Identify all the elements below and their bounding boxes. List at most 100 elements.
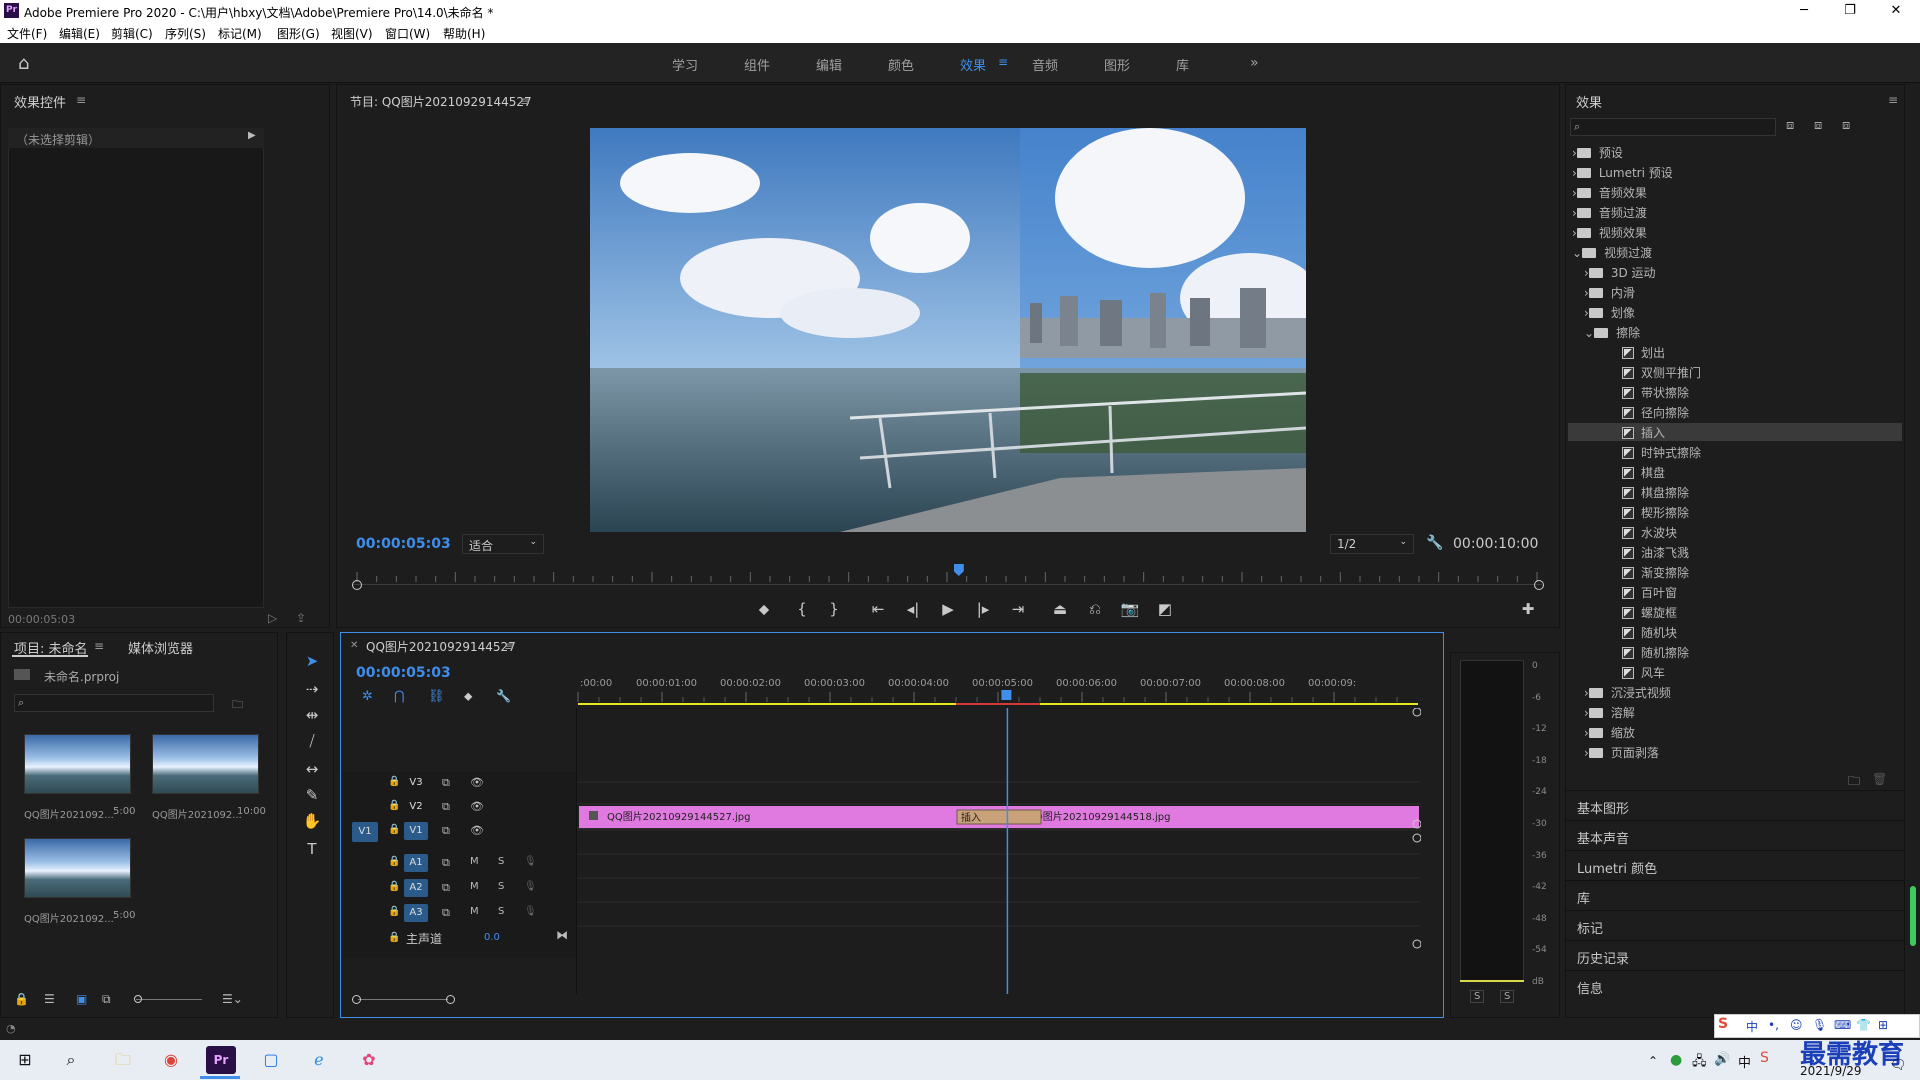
- menu-sequence[interactable]: 序列(S): [165, 25, 206, 42]
- workspace-graphics[interactable]: 图形: [1104, 55, 1130, 74]
- expand-arrow-icon[interactable]: ▶: [248, 130, 256, 141]
- master-volume-value[interactable]: 0.0: [484, 932, 500, 943]
- chevron-down-icon[interactable]: ⌄: [1572, 246, 1582, 260]
- timeline-playhead-handle[interactable]: [1001, 690, 1012, 700]
- panel-section-0[interactable]: 基本图形: [1565, 790, 1905, 820]
- track-lock-icon[interactable]: 🔒: [388, 776, 400, 787]
- pen-tool-icon[interactable]: ✎: [298, 786, 326, 808]
- toolbox-icon[interactable]: ⊞: [1878, 1018, 1888, 1032]
- workspace-editing[interactable]: 编辑: [816, 55, 842, 74]
- premiere-taskbar-icon[interactable]: Pr: [206, 1046, 236, 1074]
- track-lock-icon[interactable]: 🔒: [388, 881, 400, 892]
- sync-lock-icon[interactable]: ⧉: [442, 856, 450, 870]
- effects-tree-item[interactable]: › 视频效果: [1572, 224, 1647, 241]
- effects-tree-item[interactable]: 时钟式擦除: [1596, 444, 1701, 461]
- timeline-ruler[interactable]: :00:00 00:00:01:00 00:00:02:00 00:00:03:00 0…: [576, 672, 1420, 708]
- lift-icon[interactable]: ⏏: [1050, 600, 1070, 618]
- track-lock-icon[interactable]: 🔒: [388, 932, 400, 943]
- new-bin-icon[interactable]: 🗀: [232, 696, 243, 715]
- workspace-menu-icon[interactable]: ≡: [998, 55, 1008, 69]
- media-browser-tab[interactable]: 媒体浏览器: [128, 638, 193, 657]
- hand-tool-icon[interactable]: ✋: [298, 812, 326, 834]
- mute-button[interactable]: M: [470, 906, 479, 917]
- menu-clip[interactable]: 剪辑(C): [111, 25, 153, 42]
- notification-icon[interactable]: 🗨: [1890, 1058, 1907, 1073]
- menu-file[interactable]: 文件(F): [7, 25, 47, 42]
- minimize-icon[interactable]: ─: [1784, 2, 1824, 20]
- zoom-slider[interactable]: [136, 999, 202, 1000]
- track-lock-icon[interactable]: 🔒: [388, 824, 400, 835]
- track-target-v1[interactable]: V1: [404, 822, 428, 840]
- project-item-thumbnail[interactable]: [24, 734, 131, 794]
- effects-tree-item[interactable]: 随机擦除: [1596, 644, 1689, 661]
- ripple-edit-tool-icon[interactable]: ⇹: [298, 706, 326, 728]
- sync-lock-icon[interactable]: ⧉: [442, 800, 450, 814]
- effects-tree-item[interactable]: 楔形擦除: [1596, 504, 1689, 521]
- resolution-dropdown[interactable]: 1/2 ⌄: [1330, 534, 1414, 554]
- menu-edit[interactable]: 编辑(E): [59, 25, 100, 42]
- panel-section-5[interactable]: 历史记录: [1565, 940, 1905, 970]
- effect-controls-title[interactable]: 效果控件: [14, 92, 66, 111]
- track-target-a3[interactable]: A3: [404, 904, 428, 922]
- effects-tree-item[interactable]: › 页面剥落: [1584, 744, 1659, 761]
- zoom-slider-handle[interactable]: [134, 995, 142, 1003]
- extract-icon[interactable]: ⎌: [1085, 600, 1105, 618]
- add-marker-icon[interactable]: ⬥: [754, 600, 774, 618]
- source-patch-v1[interactable]: V1: [352, 822, 378, 842]
- windows-start-icon[interactable]: ⊞: [10, 1046, 40, 1074]
- menu-window[interactable]: 窗口(W): [385, 25, 430, 42]
- timeline-scroll-right-handle[interactable]: [446, 995, 455, 1004]
- chevron-down-icon[interactable]: ⌄: [1584, 326, 1594, 340]
- track-height-handle[interactable]: [1412, 939, 1422, 949]
- panel-menu-icon[interactable]: ≡: [76, 93, 86, 107]
- scrollbar-indicator[interactable]: [1910, 886, 1916, 946]
- search-icon[interactable]: ⌕: [56, 1046, 86, 1074]
- sequence-menu-icon[interactable]: ≡: [504, 639, 514, 653]
- effects-tree-item[interactable]: 插入: [1596, 424, 1665, 441]
- master-track-toggle-icon[interactable]: ⧓: [556, 928, 568, 942]
- mute-button[interactable]: M: [470, 881, 479, 892]
- solo-right-button[interactable]: S: [1500, 990, 1515, 1003]
- microphone-icon[interactable]: 🎙: [1812, 1018, 1827, 1032]
- effects-tree-item[interactable]: 棋盘: [1596, 464, 1665, 481]
- track-target-v3[interactable]: V3: [404, 774, 428, 792]
- track-lock-icon[interactable]: 🔒: [388, 800, 400, 811]
- go-to-out-icon[interactable]: ⇥: [1008, 600, 1028, 618]
- fit-dropdown[interactable]: 适合 ⌄: [462, 534, 544, 554]
- effects-tree-item[interactable]: ⌄ 擦除: [1584, 324, 1640, 341]
- scroll-handle-left[interactable]: [352, 580, 362, 590]
- workspace-libraries[interactable]: 库: [1176, 55, 1189, 74]
- close-icon[interactable]: ✕: [1876, 2, 1916, 20]
- maximize-icon[interactable]: ❐: [1830, 2, 1870, 20]
- mark-in-icon[interactable]: {: [792, 600, 812, 618]
- razor-tool-icon[interactable]: ⧸: [298, 732, 326, 754]
- lock-icon[interactable]: 🔒: [14, 992, 29, 1006]
- project-menu-icon[interactable]: ≡: [94, 639, 104, 653]
- track-target-a2[interactable]: A2: [404, 879, 428, 897]
- workspace-audio[interactable]: 音频: [1032, 55, 1058, 74]
- network-icon[interactable]: 🖧: [1692, 1052, 1707, 1074]
- track-target-v2[interactable]: V2: [404, 798, 428, 816]
- effects-tree-item[interactable]: 螺旋框: [1596, 604, 1677, 621]
- browser-icon[interactable]: ℯ: [304, 1046, 334, 1074]
- effects-tree-item[interactable]: › 缩放: [1584, 724, 1635, 741]
- 32bit-effects-icon[interactable]: ⧈: [1814, 118, 1822, 133]
- tray-app-icon[interactable]: ●: [1670, 1052, 1682, 1068]
- solo-button[interactable]: S: [498, 881, 504, 892]
- workspace-effects[interactable]: 效果: [960, 55, 986, 74]
- tray-expand-icon[interactable]: ⌃: [1648, 1054, 1658, 1068]
- sync-lock-icon[interactable]: ⧉: [442, 824, 450, 838]
- selection-tool-icon[interactable]: ➤: [298, 652, 326, 674]
- emoji-icon[interactable]: ☺: [1790, 1018, 1803, 1032]
- step-forward-icon[interactable]: |▸: [973, 600, 993, 618]
- delete-icon[interactable]: 🗑: [1872, 772, 1887, 786]
- track-lock-icon[interactable]: 🔒: [388, 906, 400, 917]
- effects-tree-item[interactable]: › 沉浸式视频: [1584, 684, 1671, 701]
- voiceover-icon[interactable]: 🎙: [524, 881, 537, 892]
- app-icon[interactable]: ✿: [354, 1046, 384, 1074]
- voiceover-icon[interactable]: 🎙: [524, 856, 537, 867]
- track-target-a1[interactable]: A1: [404, 854, 428, 872]
- effects-tree-item[interactable]: 风车: [1596, 664, 1665, 681]
- timeline-scrollbar[interactable]: [350, 994, 1416, 1006]
- scroll-handle-right[interactable]: [1534, 580, 1544, 590]
